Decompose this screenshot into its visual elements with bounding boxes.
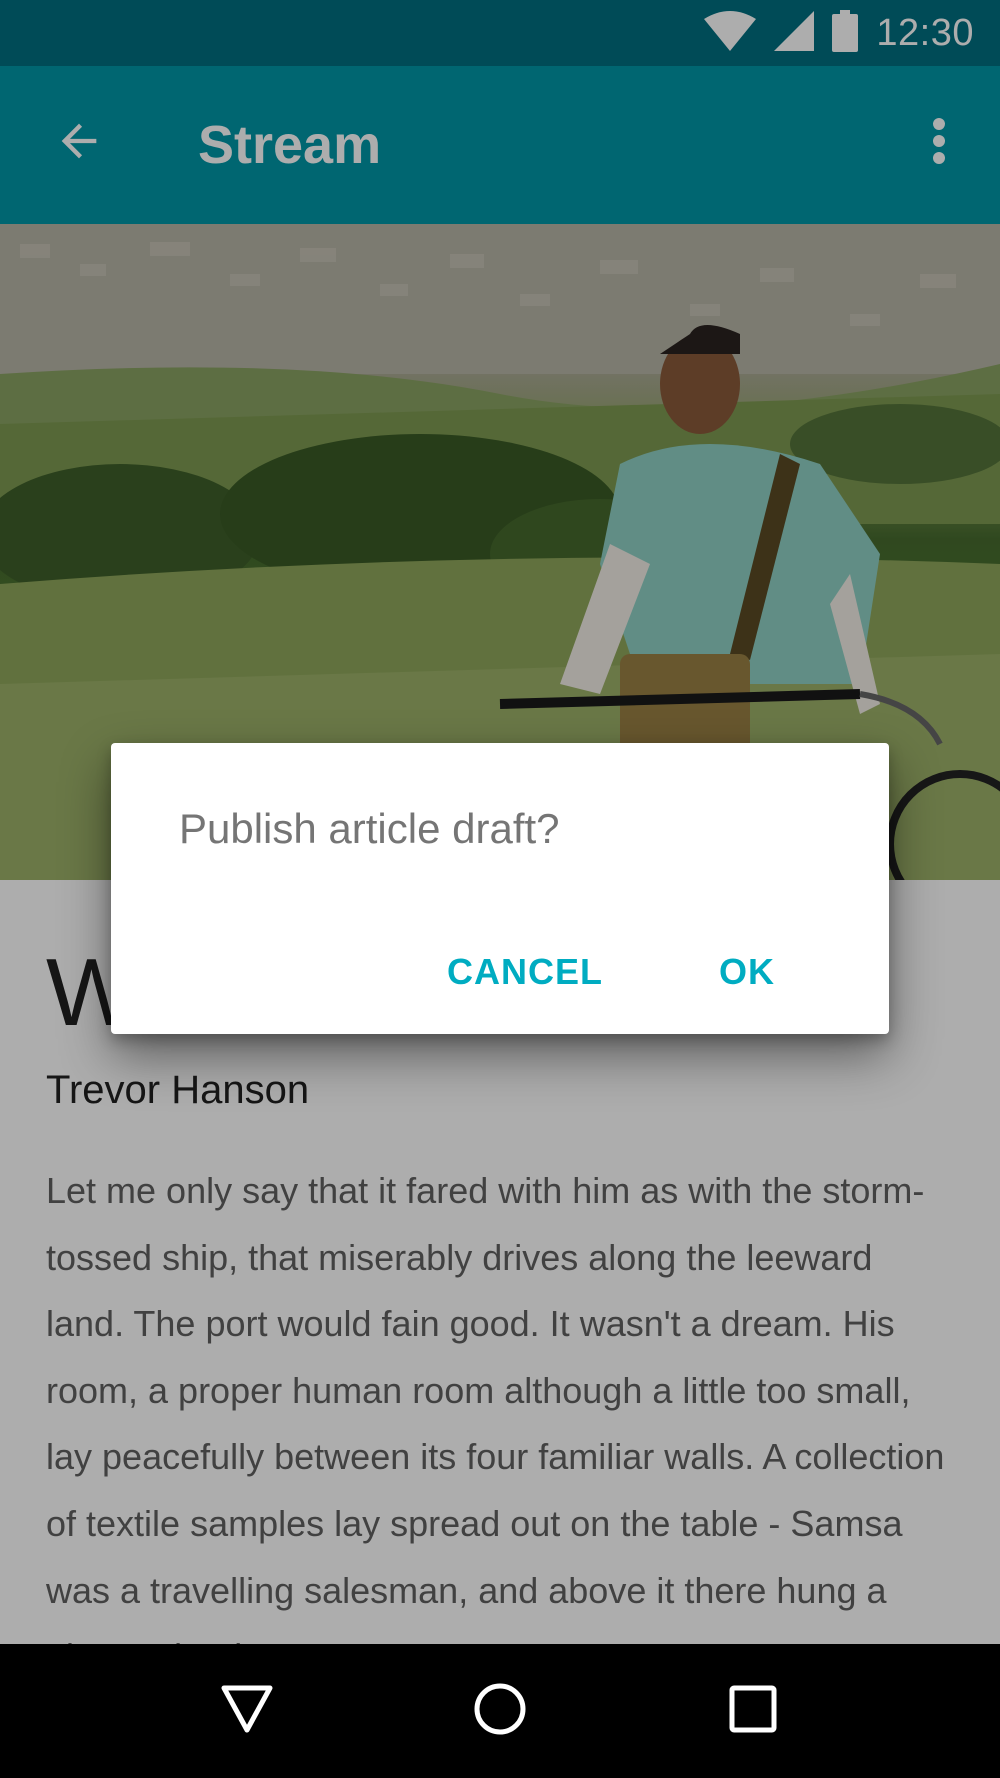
publish-dialog: Publish article draft? CANCEL OK	[111, 743, 889, 1034]
navigation-bar	[0, 1644, 1000, 1778]
nav-home-button[interactable]	[460, 1671, 540, 1751]
dialog-message: Publish article draft?	[179, 805, 560, 852]
nav-back-button[interactable]	[207, 1671, 287, 1751]
home-circle-icon	[473, 1682, 527, 1741]
back-triangle-icon	[220, 1684, 274, 1739]
recents-square-icon	[729, 1685, 777, 1738]
screen: 12:30 Stream W Trevor Hanson Let me only…	[0, 0, 1000, 1778]
ok-button[interactable]: OK	[719, 937, 775, 1007]
nav-recents-button[interactable]	[713, 1671, 793, 1751]
cancel-button[interactable]: CANCEL	[447, 937, 603, 1007]
